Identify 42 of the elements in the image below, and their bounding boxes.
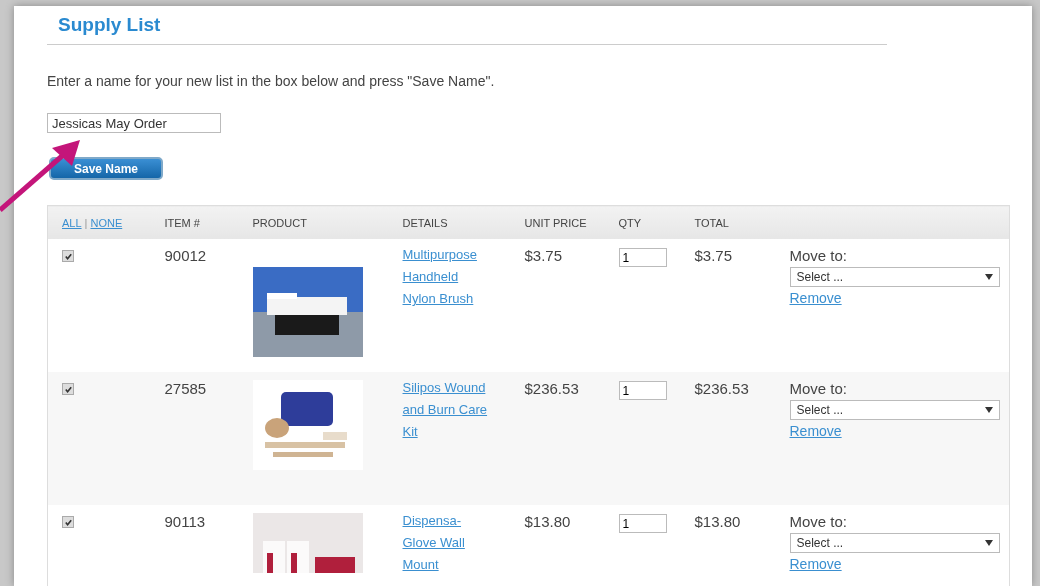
product-link[interactable]: Dispensa-Glove Wall Mount <box>402 510 489 576</box>
column-header: DETAILS <box>402 216 448 229</box>
move-to-label: Move to: <box>789 380 848 397</box>
dropdown-arrow-icon <box>984 407 993 413</box>
select-all-link[interactable]: ALL <box>62 216 82 229</box>
column-header: PRODUCT <box>252 216 307 229</box>
item-number: 90113 <box>164 513 206 530</box>
remove-link[interactable]: Remove <box>789 556 842 572</box>
column-header: UNIT PRICE <box>524 216 587 229</box>
row-checkbox[interactable] <box>62 383 74 395</box>
instruction-text: Enter a name for your new list in the box below and press "Save Name". <box>47 73 496 89</box>
total-price: $13.80 <box>694 513 741 530</box>
quantity-field[interactable]: 1 <box>618 248 667 267</box>
save-name-button[interactable]: Save Name <box>49 157 163 180</box>
remove-link[interactable]: Remove <box>789 423 842 439</box>
move-to-label: Move to: <box>789 513 848 530</box>
quantity-field[interactable]: 1 <box>618 381 667 400</box>
move-to-dropdown[interactable]: Select ... <box>789 533 1000 553</box>
separator-text: | <box>84 216 88 229</box>
row-checkbox[interactable] <box>62 250 74 262</box>
remove-link[interactable]: Remove <box>789 290 842 306</box>
column-header: ITEM # <box>164 216 200 229</box>
row-checkbox[interactable] <box>62 516 74 528</box>
total-price: $236.53 <box>694 380 749 397</box>
item-number: 27585 <box>164 380 207 397</box>
unit-price: $236.53 <box>524 380 579 397</box>
item-number: 90012 <box>164 247 207 264</box>
total-price: $3.75 <box>694 247 733 264</box>
move-to-dropdown[interactable]: Select ... <box>789 267 1000 287</box>
dropdown-arrow-icon <box>984 540 993 546</box>
column-header: TOTAL <box>694 216 729 229</box>
quantity-field[interactable]: 1 <box>618 514 667 533</box>
unit-price: $3.75 <box>524 247 563 264</box>
move-to-label: Move to: <box>789 247 848 264</box>
select-none-link[interactable]: NONE <box>90 216 123 229</box>
product-link[interactable]: Multipurpose Handheld Nylon Brush <box>402 244 489 310</box>
unit-price: $13.80 <box>524 513 571 530</box>
dropdown-arrow-icon <box>984 274 993 280</box>
column-header: QTY <box>618 216 642 229</box>
move-to-dropdown[interactable]: Select ... <box>789 400 1000 420</box>
page-title: Supply List <box>58 14 162 36</box>
list-name-field[interactable]: Jessicas May Order <box>47 113 221 133</box>
